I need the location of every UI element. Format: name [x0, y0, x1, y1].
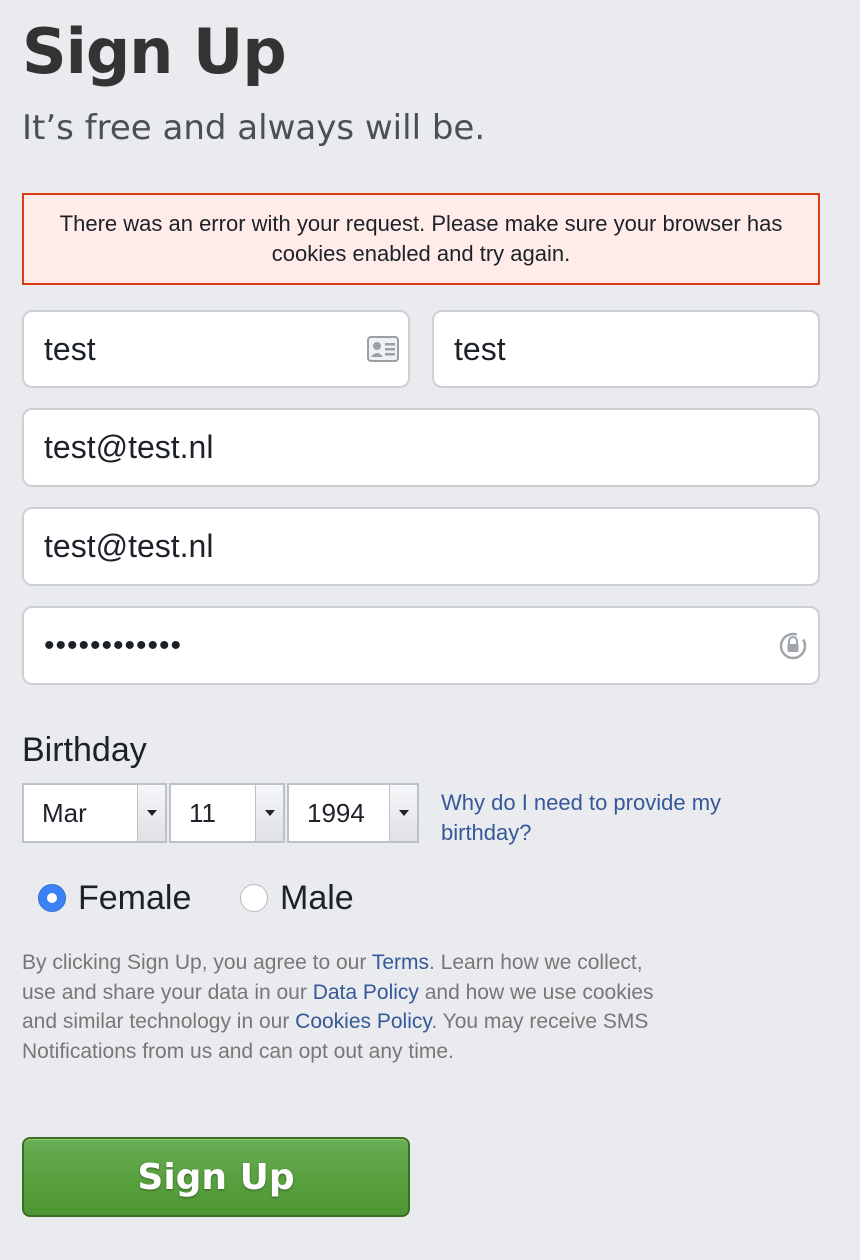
terms-text-part: By clicking Sign Up, you agree to our	[22, 951, 372, 974]
chevron-down-icon	[137, 785, 165, 841]
first-name-value: test	[44, 330, 96, 367]
gender-option-male[interactable]: Male	[240, 876, 354, 920]
email-confirm-field[interactable]: test@test.nl	[22, 507, 820, 586]
contact-card-icon[interactable]	[366, 332, 400, 366]
birthday-label: Birthday	[22, 731, 147, 769]
terms-link[interactable]: Terms	[372, 951, 429, 974]
female-label[interactable]: Female	[78, 879, 191, 918]
first-name-field[interactable]: test	[22, 310, 410, 388]
sign-up-button[interactable]: Sign Up	[22, 1137, 410, 1217]
terms-text: By clicking Sign Up, you agree to our Te…	[22, 948, 662, 1066]
male-radio[interactable]	[240, 884, 268, 912]
birthday-day-select[interactable]: 11	[169, 783, 285, 843]
page-subtitle: It’s free and always will be.	[22, 108, 486, 148]
password-field[interactable]: ••••••••••••	[22, 606, 820, 685]
male-label[interactable]: Male	[280, 879, 354, 918]
birthday-year-select[interactable]: 1994	[287, 783, 419, 843]
birthday-month-value: Mar	[42, 797, 87, 828]
error-banner: There was an error with your request. Pl…	[22, 193, 820, 285]
email-value: test@test.nl	[44, 429, 214, 465]
birthday-year-value: 1994	[307, 797, 365, 828]
female-radio[interactable]	[38, 884, 66, 912]
chevron-down-icon	[255, 785, 283, 841]
cookies-policy-link[interactable]: Cookies Policy	[295, 1010, 431, 1033]
data-policy-link[interactable]: Data Policy	[313, 981, 419, 1004]
email-confirm-value: test@test.nl	[44, 528, 214, 564]
password-value: ••••••••••••	[44, 628, 183, 662]
password-manager-icon[interactable]	[776, 629, 810, 663]
why-birthday-link[interactable]: Why do I need to provide my birthday?	[441, 788, 771, 848]
email-field[interactable]: test@test.nl	[22, 408, 820, 487]
error-message: There was an error with your request. Pl…	[59, 211, 783, 266]
chevron-down-icon	[389, 785, 417, 841]
birthday-day-value: 11	[189, 797, 216, 828]
birthday-month-select[interactable]: Mar	[22, 783, 167, 843]
last-name-value: test	[454, 330, 506, 367]
page-title: Sign Up	[22, 15, 287, 88]
gender-option-female[interactable]: Female	[38, 876, 191, 920]
last-name-field[interactable]: test	[432, 310, 820, 388]
